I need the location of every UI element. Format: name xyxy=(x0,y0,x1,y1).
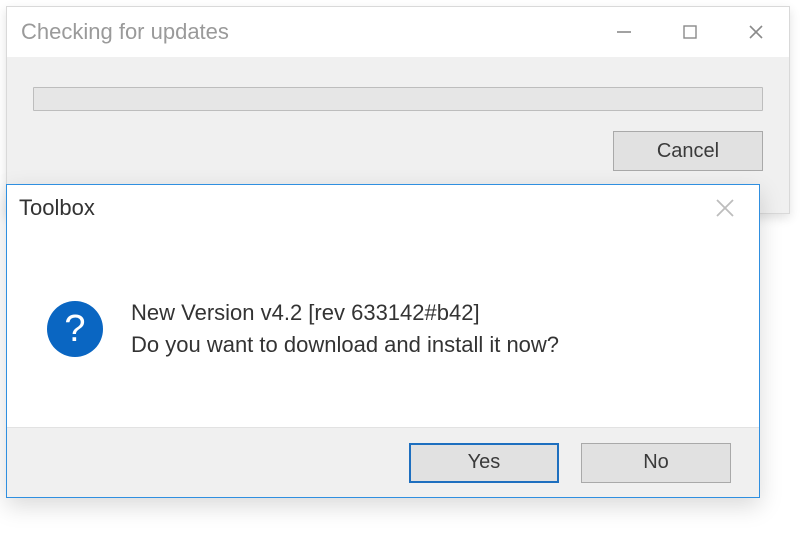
dialog-titlebar: Toolbox xyxy=(7,185,759,231)
maximize-button[interactable] xyxy=(657,7,723,57)
yes-button[interactable]: Yes xyxy=(409,443,559,483)
dialog-title: Toolbox xyxy=(19,195,95,221)
cancel-button[interactable]: Cancel xyxy=(613,131,763,171)
close-button[interactable] xyxy=(723,7,789,57)
minimize-button[interactable] xyxy=(591,7,657,57)
maximize-icon xyxy=(680,22,700,42)
update-progress-bar xyxy=(33,87,763,111)
dialog-message-line2: Do you want to download and install it n… xyxy=(131,329,559,361)
toolbox-dialog: Toolbox ? New Version v4.2 [rev 633142#b… xyxy=(6,184,760,498)
close-icon xyxy=(746,22,766,42)
dialog-close-button[interactable] xyxy=(701,188,749,228)
update-window-title: Checking for updates xyxy=(21,19,229,45)
dialog-message-line1: New Version v4.2 [rev 633142#b42] xyxy=(131,297,559,329)
dialog-footer: Yes No xyxy=(7,427,759,497)
update-titlebar: Checking for updates xyxy=(7,7,789,57)
no-button[interactable]: No xyxy=(581,443,731,483)
question-icon: ? xyxy=(47,301,103,357)
dialog-content: ? New Version v4.2 [rev 633142#b42] Do y… xyxy=(7,231,759,427)
update-checker-window: Checking for updates Cancel xyxy=(6,6,790,214)
dialog-message: New Version v4.2 [rev 633142#b42] Do you… xyxy=(131,297,559,361)
close-icon xyxy=(714,197,736,219)
minimize-icon xyxy=(614,22,634,42)
